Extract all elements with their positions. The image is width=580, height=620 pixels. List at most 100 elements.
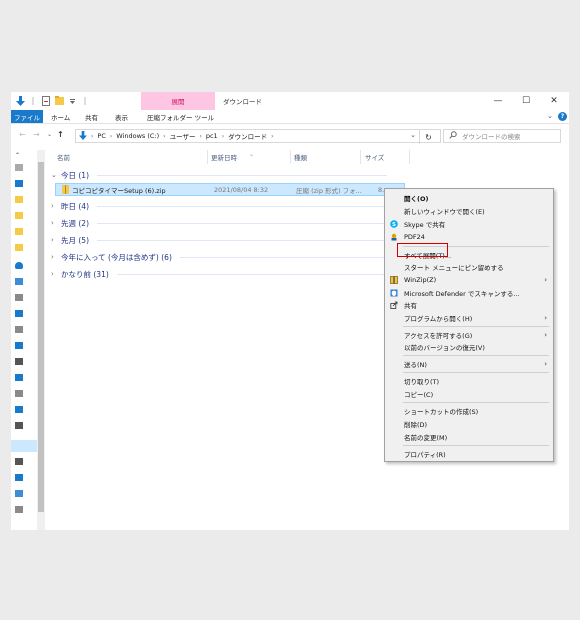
- menu-item-rename[interactable]: 名前の変更(M): [385, 431, 553, 443]
- menu-item-copy[interactable]: コピー(C): [385, 388, 553, 400]
- menu-item-restore-previous[interactable]: 以前のバージョンの復元(V): [385, 341, 553, 353]
- breadcrumb-separator: ›: [91, 132, 94, 140]
- menu-item-pin-to-start[interactable]: スタート メニューにピン留めする: [385, 261, 553, 273]
- menu-item-label: 名前の変更(M): [404, 434, 448, 442]
- column-separator[interactable]: [207, 150, 208, 164]
- group-header-today[interactable]: ⌄ 今日 (1): [51, 169, 387, 181]
- nav-item-icon[interactable]: [15, 358, 23, 365]
- tab-file[interactable]: ファイル: [11, 110, 43, 123]
- file-row-selected[interactable]: コピコピタイマーSetup (6).zip 2021/08/04 8:32 圧縮…: [55, 183, 405, 196]
- onedrive-icon[interactable]: [15, 262, 23, 269]
- up-button[interactable]: ↑: [57, 130, 64, 139]
- breadcrumb-pc1[interactable]: pc1: [206, 132, 218, 140]
- menu-item-winzip[interactable]: WinZip(Z) ›: [385, 274, 553, 286]
- group-header-last-week[interactable]: › 先週 (2): [51, 217, 387, 229]
- breadcrumb-downloads[interactable]: ダウンロード: [228, 131, 267, 141]
- winzip-icon: [390, 276, 398, 284]
- address-bar[interactable]: › PC › Windows (C:) › ユーザー › pc1 › ダウンロー…: [75, 129, 441, 143]
- menu-item-open[interactable]: 開く(O): [385, 192, 553, 204]
- menu-item-label: 切り取り(T): [404, 378, 440, 386]
- this-pc-icon[interactable]: [15, 278, 23, 285]
- column-header-size[interactable]: サイズ: [365, 150, 384, 164]
- minimize-button[interactable]: —: [485, 94, 511, 108]
- menu-item-properties[interactable]: プロパティ(R): [385, 448, 553, 460]
- nav-item-icon[interactable]: [15, 342, 23, 349]
- nav-collapse-chevron-icon[interactable]: ⌃: [15, 152, 23, 159]
- search-box[interactable]: ダウンロードの検索: [443, 129, 561, 143]
- column-separator[interactable]: [360, 150, 361, 164]
- maximize-button[interactable]: ☐: [513, 94, 539, 108]
- submenu-arrow-icon: ›: [544, 360, 547, 368]
- menu-item-label: 共有: [404, 302, 417, 310]
- forward-button[interactable]: →: [33, 130, 40, 139]
- title-bar: 展開 ダウンロード — ☐ ✕: [11, 92, 569, 110]
- help-icon[interactable]: ?: [558, 112, 567, 121]
- customize-qat-chevron-icon[interactable]: [67, 95, 77, 106]
- folder-icon[interactable]: [15, 244, 23, 251]
- group-label: 今年に入って (今月は含めず) (6): [61, 252, 172, 262]
- nav-item-icon[interactable]: [15, 294, 23, 301]
- nav-selected-item[interactable]: [11, 440, 37, 452]
- nav-item-icon[interactable]: [15, 390, 23, 397]
- address-dropdown-icon[interactable]: ⌄: [410, 131, 416, 139]
- menu-item-create-shortcut[interactable]: ショートカットの作成(S): [385, 405, 553, 417]
- expand-ribbon-icon[interactable]: ⌄: [547, 112, 553, 120]
- skype-icon: S: [390, 220, 398, 228]
- tab-home[interactable]: ホーム: [51, 111, 70, 123]
- refresh-button[interactable]: ↻: [419, 130, 437, 144]
- nav-item-icon[interactable]: [15, 506, 23, 513]
- column-header-type[interactable]: 種類: [294, 150, 307, 164]
- breadcrumb-pc[interactable]: PC: [97, 132, 105, 140]
- group-header-this-year[interactable]: › 今年に入って (今月は含めず) (6): [51, 251, 387, 263]
- nav-item-icon[interactable]: [15, 406, 23, 413]
- tab-view[interactable]: 表示: [115, 111, 128, 123]
- menu-item-grant-access[interactable]: アクセスを許可する(G) ›: [385, 329, 553, 341]
- window-title: ダウンロード: [223, 98, 262, 106]
- group-header-last-month[interactable]: › 先月 (5): [51, 234, 387, 246]
- nav-item-icon[interactable]: [15, 458, 23, 465]
- group-header-yesterday[interactable]: › 昨日 (4): [51, 200, 387, 212]
- column-separator[interactable]: [290, 150, 291, 164]
- nav-item-icon[interactable]: [15, 326, 23, 333]
- chevron-right-icon: ›: [51, 270, 54, 278]
- nav-item-icon[interactable]: [15, 310, 23, 317]
- nav-downloads-icon[interactable]: [15, 180, 23, 187]
- menu-item-cut[interactable]: 切り取り(T): [385, 375, 553, 387]
- folder-icon[interactable]: [15, 212, 23, 219]
- folder-icon[interactable]: [15, 228, 23, 235]
- nav-item-icon[interactable]: [15, 164, 23, 171]
- menu-item-delete[interactable]: 削除(D): [385, 418, 553, 430]
- close-button[interactable]: ✕: [541, 94, 567, 108]
- menu-item-open-new-window[interactable]: 新しいウィンドウで開く(E): [385, 205, 553, 217]
- back-button[interactable]: ←: [19, 130, 26, 139]
- menu-item-share[interactable]: 共有: [385, 299, 553, 311]
- nav-item-icon[interactable]: [15, 474, 23, 481]
- folder-icon[interactable]: [15, 196, 23, 203]
- menu-item-defender-scan[interactable]: Microsoft Defender でスキャンする...: [385, 287, 553, 299]
- group-label: 今日 (1): [61, 170, 90, 180]
- nav-item-icon[interactable]: [15, 422, 23, 429]
- network-icon[interactable]: [15, 490, 23, 497]
- new-document-icon[interactable]: [41, 95, 51, 106]
- nav-scrollbar-thumb[interactable]: [38, 162, 44, 512]
- properties-down-arrow-icon[interactable]: [15, 95, 25, 106]
- column-header-name[interactable]: 名前: [57, 150, 70, 164]
- menu-item-pdf24[interactable]: PDF24: [385, 231, 553, 243]
- column-header-modified[interactable]: 更新日時: [211, 150, 237, 164]
- tab-compressed-folder-tools[interactable]: 圧縮フォルダー ツール: [147, 111, 214, 123]
- breadcrumb-drive[interactable]: Windows (C:): [116, 132, 159, 140]
- group-header-long-ago[interactable]: › かなり前 (31): [51, 268, 387, 280]
- breadcrumb-users[interactable]: ユーザー: [170, 131, 196, 141]
- menu-item-open-with[interactable]: プログラムから開く(H) ›: [385, 312, 553, 324]
- nav-scrollbar[interactable]: [37, 150, 45, 530]
- new-folder-icon[interactable]: [54, 95, 64, 106]
- file-modified: 2021/08/04 8:32: [214, 185, 269, 194]
- pdf24-icon: [390, 233, 398, 241]
- recent-locations-chevron-icon[interactable]: ⌄: [47, 131, 52, 138]
- menu-item-skype-share[interactable]: S Skype で共有: [385, 218, 553, 230]
- column-separator[interactable]: [409, 150, 410, 164]
- tab-share[interactable]: 共有: [85, 111, 98, 123]
- menu-separator: [403, 445, 549, 446]
- menu-item-send-to[interactable]: 送る(N) ›: [385, 358, 553, 370]
- nav-item-icon[interactable]: [15, 374, 23, 381]
